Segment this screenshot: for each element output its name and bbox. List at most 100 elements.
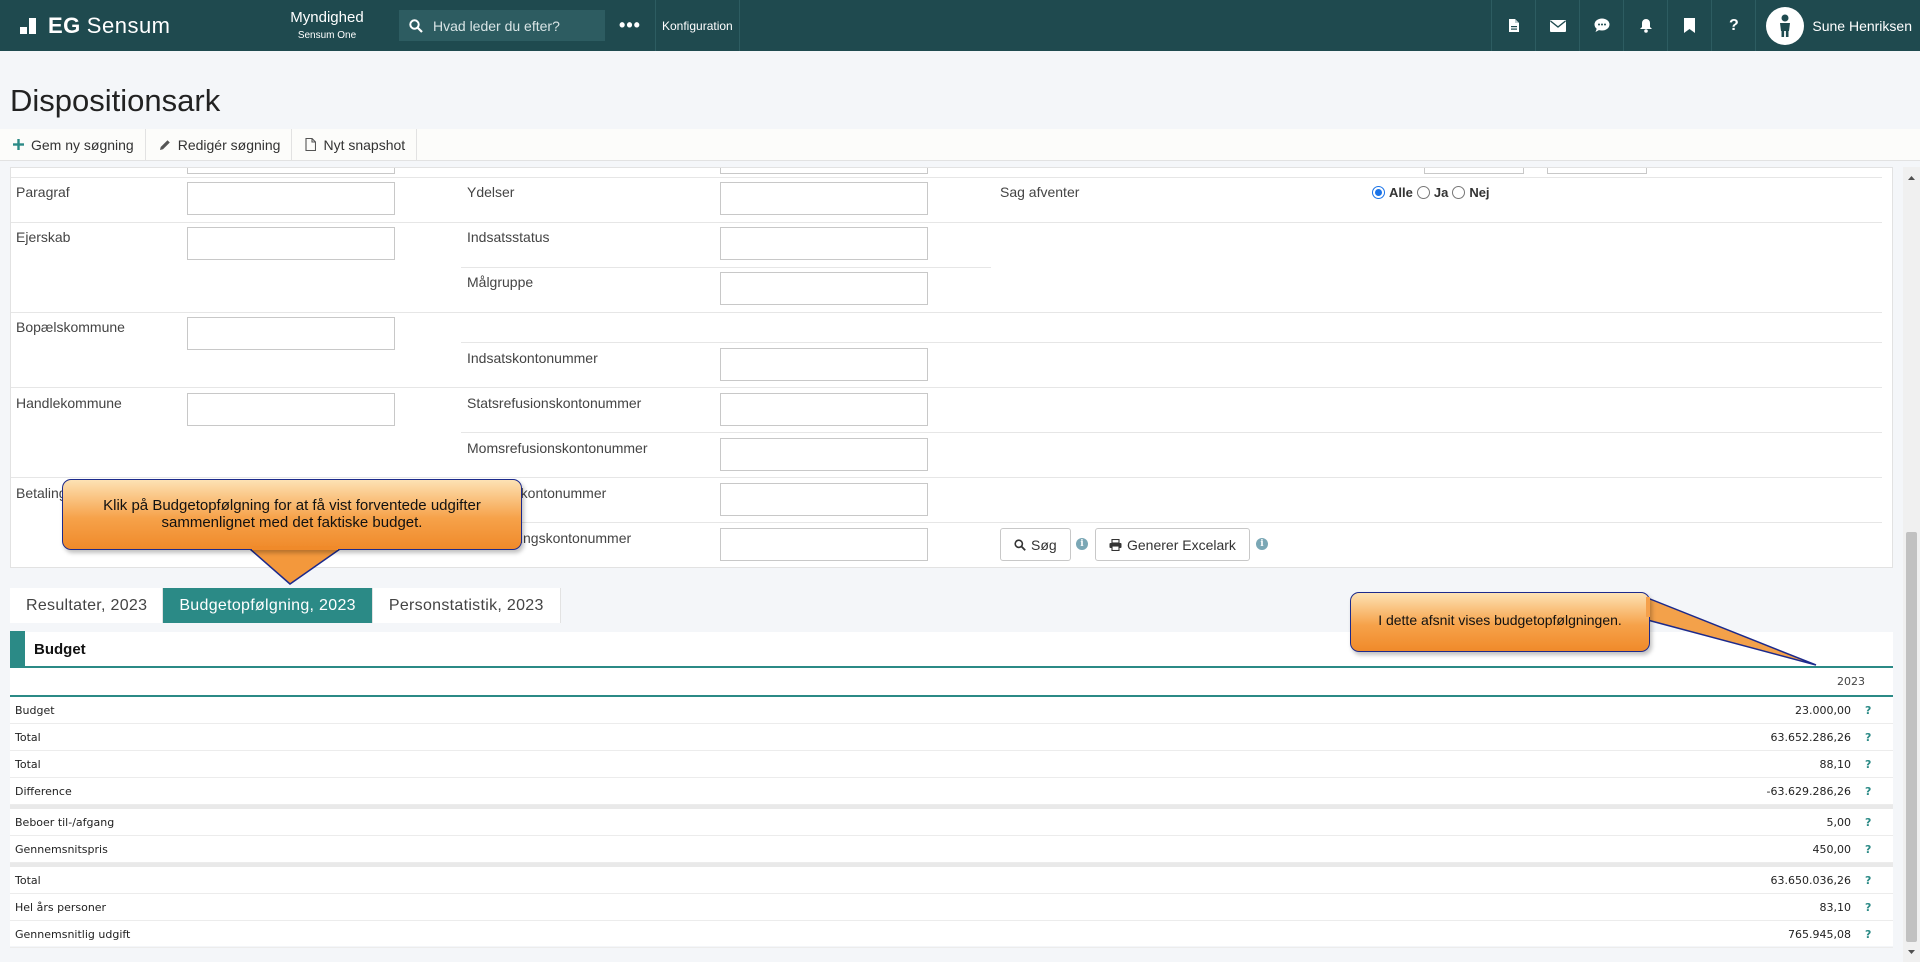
sag-afventer-label: Sag afventer — [1000, 184, 1080, 200]
help-icon[interactable]: ? — [1865, 758, 1893, 771]
mail-icon[interactable] — [1535, 0, 1579, 51]
momsrefusion-label: Momsrefusionskontonummer — [467, 440, 648, 456]
tab-resultater[interactable]: Resultater, 2023 — [10, 588, 164, 623]
configuration-link[interactable]: Konfiguration — [655, 0, 740, 51]
file-icon — [305, 138, 317, 151]
table-row: Gennemsnitspris 450,00? — [10, 836, 1893, 863]
search-icon — [409, 18, 423, 33]
help-icon[interactable]: ? — [1865, 704, 1893, 717]
page-title: Dispositionsark — [10, 83, 221, 118]
logo[interactable]: EG Sensum — [0, 0, 255, 51]
excel-info-icon[interactable]: i — [1256, 538, 1268, 550]
kontonummer-input[interactable] — [720, 483, 928, 516]
logo-eg: EG — [48, 12, 81, 38]
maalgruppe-label: Målgruppe — [467, 274, 534, 290]
indsatskontonummer-input[interactable] — [720, 348, 928, 381]
bookmark-icon[interactable] — [1667, 0, 1711, 51]
statsrefusion-label: Statsrefusionskontonummer — [467, 395, 642, 411]
user-menu[interactable]: Sune Henriksen — [1755, 0, 1920, 51]
scroll-up-icon[interactable] — [1903, 171, 1920, 185]
document-icon[interactable] — [1491, 0, 1535, 51]
betalingskontonummer-label: alingskontonummer — [509, 530, 632, 546]
plus-icon — [13, 139, 24, 150]
radio-ja[interactable] — [1416, 186, 1430, 199]
section-hint-text: I dette afsnit vises budgetopfølgningen. — [1378, 612, 1622, 628]
help-icon[interactable]: ? — [1865, 843, 1893, 856]
top-navigation: EG Sensum Myndighed Sensum One Hvad leder… — [0, 0, 1920, 51]
tab-hint-callout: Klik på Budgetopfølgning for at få vist … — [62, 479, 522, 550]
global-search[interactable]: Hvad leder du efter? — [399, 10, 605, 41]
budget-section: Budget 2023 Budget 23.000,00? Total 63.652… — [10, 631, 1893, 948]
radio-alle[interactable] — [1372, 186, 1385, 199]
clipped-input[interactable] — [1424, 168, 1524, 174]
year-header: 2023 — [10, 668, 1893, 697]
help-icon[interactable]: ? — [1865, 785, 1893, 798]
paragraf-label: Paragraf — [16, 184, 70, 200]
budget-heading: Budget — [34, 640, 86, 658]
search-button[interactable]: Søg — [1000, 528, 1071, 561]
table-row: Total 63.650.036,26? — [10, 867, 1893, 894]
help-icon[interactable]: ? — [1865, 816, 1893, 829]
ejerskab-label: Ejerskab — [16, 229, 71, 245]
generate-excel-button[interactable]: Generer Excelark — [1095, 528, 1250, 561]
help-icon[interactable]: ? — [1865, 901, 1893, 914]
bopaelskommune-label: Bopælskommune — [16, 319, 125, 335]
handlekommune-input[interactable] — [187, 393, 395, 426]
paragraf-input[interactable] — [187, 182, 395, 215]
help-icon[interactable]: ? — [1865, 731, 1893, 744]
indsatsstatus-input[interactable] — [720, 227, 928, 260]
help-icon[interactable]: ? — [1865, 928, 1893, 941]
page-scrollbar[interactable] — [1903, 167, 1920, 962]
bopaelskommune-input[interactable] — [187, 317, 395, 350]
clipped-input[interactable] — [1547, 168, 1647, 174]
edit-search-label: Redigér søgning — [177, 136, 281, 153]
bell-icon[interactable] — [1623, 0, 1667, 51]
clipped-input[interactable] — [187, 168, 395, 174]
tab-hint-line2: sammenlignet med det faktiske budget. — [161, 514, 423, 531]
logo-name: Sensum — [86, 12, 171, 38]
radio-nej[interactable] — [1452, 186, 1466, 199]
help-icon[interactable]: ? — [1865, 874, 1893, 887]
momsrefusion-input[interactable] — [720, 438, 928, 471]
org-switcher[interactable]: Myndighed Sensum One — [267, 10, 387, 41]
result-tabs: Resultater, 2023 Budgetopfølgning, 2023 … — [10, 588, 561, 623]
sag-afventer-radios: Alle Ja Nej — [1372, 185, 1490, 200]
new-snapshot-label: Nyt snapshot — [323, 136, 406, 153]
ejerskab-input[interactable] — [187, 227, 395, 260]
ydelser-input[interactable] — [720, 182, 928, 215]
scroll-down-icon[interactable] — [1903, 945, 1920, 959]
indsatskontonummer-label: Indsatskontonummer — [467, 350, 598, 366]
search-info-icon[interactable]: i — [1076, 538, 1088, 550]
chat-icon[interactable] — [1579, 0, 1623, 51]
search-input[interactable]: Hvad leder du efter? — [433, 18, 560, 34]
betaling-label: Betaling — [16, 485, 67, 501]
betalingskontonummer-input[interactable] — [720, 528, 928, 561]
table-row: Beboer til-/afgang 5,00? — [10, 809, 1893, 836]
table-row: Gennemsnitlig udgift 765.945,08? — [10, 921, 1893, 948]
avatar — [1766, 6, 1805, 45]
help-icon[interactable]: ? — [1711, 0, 1755, 51]
handlekommune-label: Handlekommune — [16, 395, 122, 411]
save-search-label: Gem ny søgning — [31, 136, 134, 153]
more-menu-button[interactable]: ••• — [605, 15, 655, 36]
table-row: Budget 23.000,00? — [10, 697, 1893, 724]
indsatsstatus-label: Indsatsstatus — [467, 229, 550, 245]
ydelser-label: Ydelser — [467, 184, 515, 200]
maalgruppe-input[interactable] — [720, 272, 928, 305]
search-button-label: Søg — [1031, 536, 1057, 553]
tab-personstatistik[interactable]: Personstatistik, 2023 — [373, 588, 561, 623]
statsrefusion-input[interactable] — [720, 393, 928, 426]
table-row: Difference -63.629.286,26? — [10, 778, 1893, 805]
search-icon — [1014, 538, 1026, 551]
new-snapshot-button[interactable]: Nyt snapshot — [292, 128, 418, 161]
scroll-thumb[interactable] — [1906, 532, 1917, 942]
org-subtitle: Sensum One — [297, 29, 357, 41]
pencil-icon — [159, 139, 170, 150]
save-search-button[interactable]: Gem ny søgning — [0, 128, 146, 161]
section-hint-callout: I dette afsnit vises budgetopfølgningen. — [1350, 592, 1650, 652]
org-title: Myndighed — [290, 9, 364, 27]
edit-search-button[interactable]: Redigér søgning — [146, 128, 293, 161]
clipped-input[interactable] — [720, 168, 928, 174]
tab-hint-line1: Klik på Budgetopfølgning for at få vist … — [103, 497, 481, 514]
tab-budgetopfoelgning[interactable]: Budgetopfølgning, 2023 — [163, 588, 373, 623]
